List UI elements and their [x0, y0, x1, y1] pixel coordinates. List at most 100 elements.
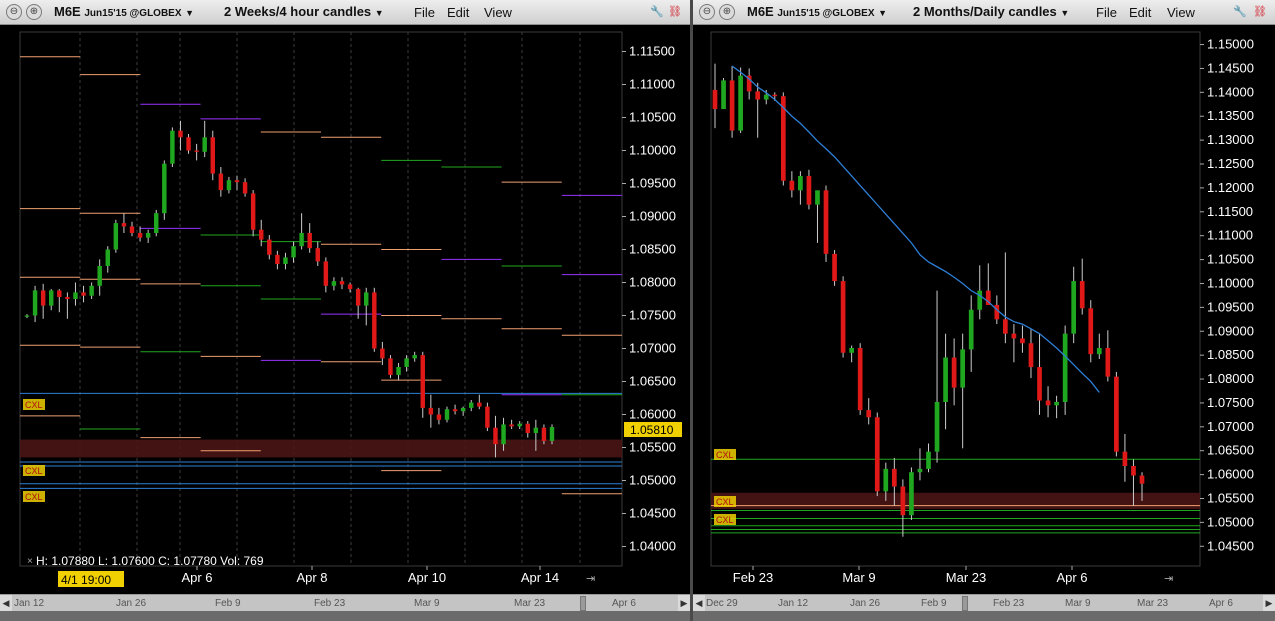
chart-left-date-label: Apr 8 [296, 570, 327, 585]
chart-left-price-label: 1.05500 [629, 440, 676, 455]
chart-right-candle-body [934, 401, 940, 452]
chart-right-candle-body [1114, 376, 1119, 452]
chart-left-candle-body [32, 290, 38, 316]
right-candlestick-chart[interactable]: 1.15000 1.14500 1.14000 1.13500 1.13000 1.125… [693, 25, 1275, 594]
left-scroll-left-icon[interactable]: ◀ [0, 595, 12, 611]
left-scroll-label: Mar 9 [414, 598, 440, 609]
chart-left-candle-body [469, 402, 474, 408]
left-link-chain-icon[interactable]: ⛓ [668, 5, 682, 18]
chart-left-price-label: 1.05000 [629, 473, 676, 488]
chart-right-candle-body [968, 309, 974, 350]
chart-right-candle-body [1003, 319, 1008, 334]
chart-right-candle-body [815, 190, 820, 205]
left-wrench-icon[interactable]: 🔧 [650, 5, 664, 18]
right-timeline-scrollbar[interactable]: ◀ Dec 29 Jan 12 Jan 26 Feb 9 Feb 23 Mar … [693, 594, 1275, 611]
left-title-bar: ⊖ ⊕ M6E Jun15'15 @GLOBEX ▼ 2 Weeks/4 hou… [0, 0, 690, 25]
left-scroll-label: Feb 23 [314, 598, 346, 609]
right-menu-file[interactable]: File [1096, 5, 1117, 20]
chart-left-cxl-label: CXL [25, 492, 43, 502]
right-timeframe: 2 Months/Daily candles [913, 4, 1057, 19]
chart-right-candle-body [772, 94, 778, 97]
right-menu-edit[interactable]: Edit [1129, 5, 1151, 20]
chart-right-date-label: Mar 23 [946, 570, 986, 585]
chart-left-candle-body [460, 407, 466, 412]
right-config-icon[interactable]: ⊕ [719, 4, 735, 20]
chart-left-price-label: 1.04500 [629, 506, 676, 521]
chart-left-candle-body [404, 358, 409, 367]
left-menu-edit[interactable]: Edit [447, 5, 469, 20]
chart-right-candle-body [874, 417, 880, 492]
chart-left-candle-body [364, 292, 369, 306]
chart-right-price-label: 1.12500 [1207, 156, 1254, 171]
chart-left-candle-body [202, 137, 207, 152]
right-scroll-left-icon[interactable]: ◀ [693, 595, 705, 611]
chart-right-price-label: 1.09500 [1207, 299, 1254, 314]
chart-right-candle-body [755, 91, 761, 100]
left-hlcv-readout: H: 1.07880 L: 1.07600 C: 1.07780 Vol: 76… [36, 554, 264, 568]
chart-right-candle-body [900, 486, 906, 516]
chart-right-price-label: 1.06000 [1207, 467, 1254, 482]
right-wrench-icon[interactable]: 🔧 [1233, 5, 1247, 18]
chart-left-candle-body [57, 290, 62, 298]
chart-right-candle-body [763, 94, 769, 100]
left-config-icon[interactable]: ⊕ [26, 4, 42, 20]
right-scroll-label: Feb 23 [993, 598, 1025, 609]
right-contract: Jun15'15 @GLOBEX [777, 8, 875, 19]
chart-left-candle-body [396, 366, 401, 375]
left-timeframe-selector[interactable]: 2 Weeks/4 hour candles ▼ [224, 4, 384, 19]
chart-left-candle-body [170, 130, 175, 164]
right-chart-window: ⊖ ⊕ M6E Jun15'15 @GLOBEX ▼ 2 Months/Dail… [693, 0, 1275, 621]
right-scroll-right-icon[interactable]: ▶ [1263, 595, 1275, 611]
chart-right-candle-body [823, 190, 829, 254]
chart-right-price-label: 1.11000 [1207, 228, 1253, 243]
left-menu-view[interactable]: View [484, 5, 512, 20]
chart-left-candle-body [267, 239, 272, 255]
chart-left-candle-body [525, 423, 530, 433]
right-title-bar: ⊖ ⊕ M6E Jun15'15 @GLOBEX ▼ 2 Months/Dail… [693, 0, 1275, 25]
right-symbol-selector[interactable]: M6E Jun15'15 @GLOBEX ▼ [747, 4, 887, 19]
chart-left-candle-body [178, 130, 183, 138]
chart-left-candle-body [234, 180, 240, 183]
left-scroll-right-icon[interactable]: ▶ [678, 595, 690, 611]
right-scroll-thumb[interactable] [962, 596, 968, 611]
left-symbol-selector[interactable]: M6E Jun15'15 @GLOBEX ▼ [54, 4, 194, 19]
left-timeframe: 2 Weeks/4 hour candles [224, 4, 372, 19]
right-link-chain-icon[interactable]: ⛓ [1253, 5, 1267, 18]
right-timeframe-selector[interactable]: 2 Months/Daily candles ▼ [913, 4, 1069, 19]
chart-right-price-label: 1.13000 [1207, 132, 1254, 147]
chart-right-candle-body [951, 357, 957, 388]
left-menu-file[interactable]: File [414, 5, 435, 20]
chart-right-price-label: 1.12000 [1207, 180, 1254, 195]
chart-right-candle-body [798, 175, 803, 191]
chart-left-candle-body [250, 193, 256, 230]
chart-right-candle-body [1131, 466, 1136, 476]
chart-right-candle-body [1011, 333, 1017, 339]
chart-left-candle-body [97, 266, 102, 286]
chart-right-date-label: Feb 23 [733, 570, 773, 585]
left-scroll-thumb[interactable] [580, 596, 586, 611]
right-link-icon[interactable]: ⊖ [699, 4, 715, 20]
left-timeline-scrollbar[interactable]: ◀ Jan 12 Jan 26 Feb 9 Feb 23 Mar 9 Mar 2… [0, 594, 690, 611]
chart-right-price-label: 1.05000 [1207, 514, 1254, 529]
chart-left-candle-body [24, 315, 30, 317]
chart-right-candle-body [866, 410, 872, 418]
chart-right-candle-body [943, 357, 948, 402]
chart-left-candle-body [452, 409, 458, 412]
chart-right-candle-body [1045, 400, 1051, 406]
chart-left-candle-body [81, 292, 86, 296]
right-scroll-label: Mar 9 [1065, 598, 1091, 609]
left-close-icon-small[interactable]: × [27, 556, 33, 567]
right-scroll-label: Jan 26 [850, 598, 881, 609]
chart-left-scroll-end-icon: ⇥ [586, 573, 595, 585]
chart-left-date-label: Apr 10 [408, 570, 446, 585]
chart-left-candle-body [49, 290, 54, 306]
chart-left-candle-body [323, 261, 329, 286]
chart-left-cxl-label: CXL [25, 466, 43, 476]
chart-left-candle-body [291, 246, 296, 258]
right-menu-view[interactable]: View [1167, 5, 1195, 20]
left-chart-window: ⊖ ⊕ M6E Jun15'15 @GLOBEX ▼ 2 Weeks/4 hou… [0, 0, 690, 621]
chart-left-candle-body [105, 249, 110, 266]
left-candlestick-chart[interactable]: 1.11500 1.11000 1.10500 1.10000 1.09500 1.090… [0, 25, 690, 594]
chart-left-candle-body [420, 355, 425, 408]
left-link-icon[interactable]: ⊖ [6, 4, 22, 20]
